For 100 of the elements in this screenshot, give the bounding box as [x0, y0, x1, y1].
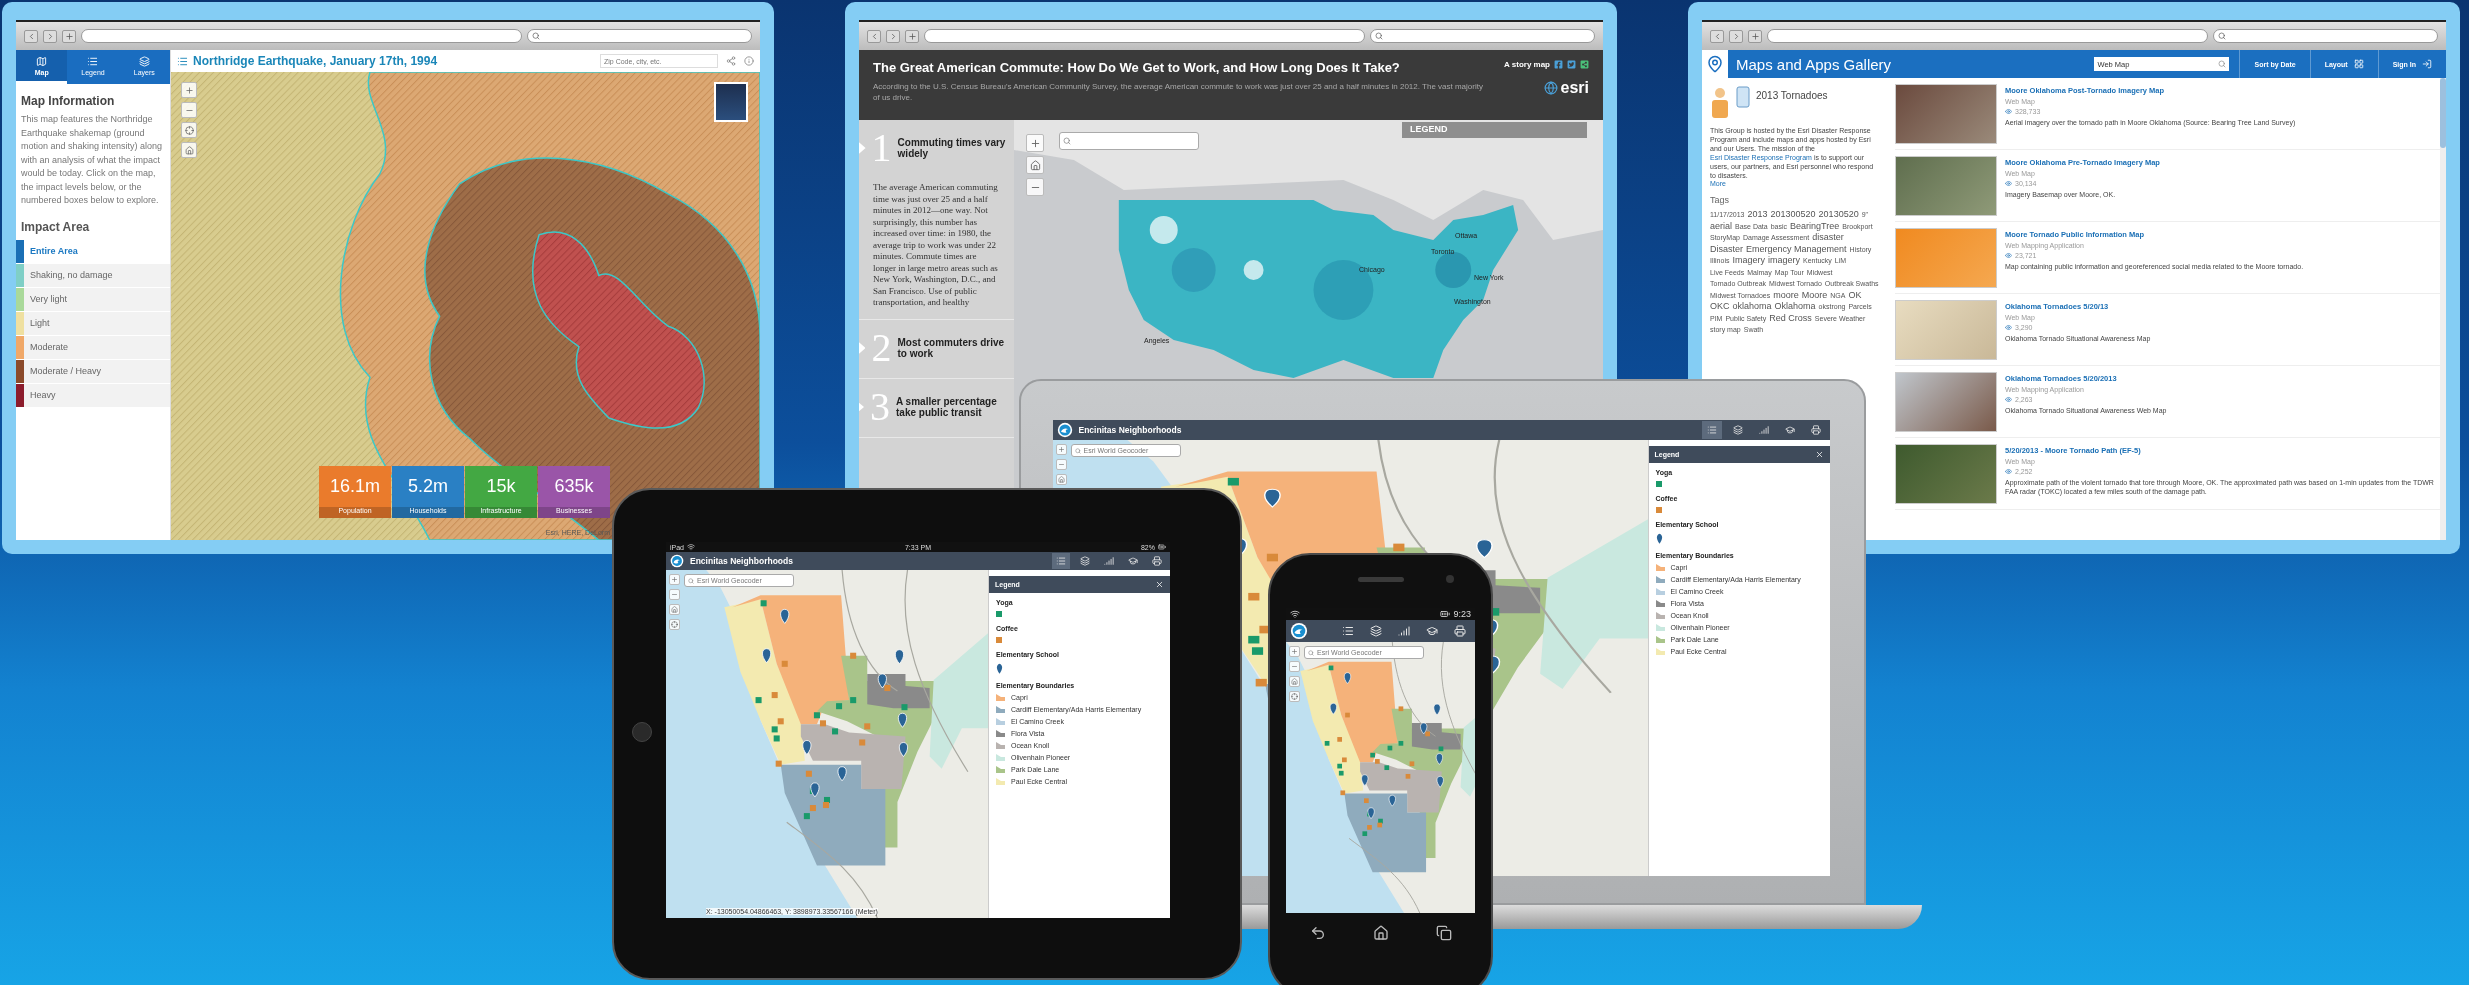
impact-level-item[interactable]: Light — [16, 311, 170, 336]
boundary-swatch — [1655, 612, 1665, 619]
impact-level-item[interactable]: Moderate / Heavy — [16, 359, 170, 384]
zoom-out-button[interactable] — [1289, 661, 1300, 672]
gallery-title: Maps and Apps Gallery — [1735, 55, 1893, 73]
home-icon — [1291, 678, 1298, 685]
triangle-icon — [859, 141, 866, 155]
boundary-swatch — [996, 754, 1005, 761]
browser-search-field[interactable] — [1370, 29, 1595, 43]
browser-search-field[interactable] — [2213, 29, 2438, 43]
new-tab-button[interactable] — [905, 29, 919, 43]
browser-search-field[interactable] — [527, 29, 752, 43]
zoom-out-button[interactable] — [1055, 459, 1067, 470]
thumbnail-placeholder[interactable] — [1895, 156, 1997, 216]
graduation-cap-icon — [1128, 556, 1138, 566]
tag-link[interactable]: OKC — [1710, 301, 1730, 313]
tag-link[interactable]: aerial — [1710, 220, 1732, 232]
zoom-in-button[interactable] — [1289, 646, 1300, 657]
zoom-in-button[interactable] — [1026, 134, 1044, 152]
close-icon[interactable] — [1814, 450, 1824, 459]
tag-link[interactable]: moore — [1773, 289, 1799, 301]
facebook-icon[interactable] — [1554, 60, 1563, 69]
story-subtitle: According to the U.S. Census Bureau's American Community Survey, the average American commute to work was just over 25 and a half minutes in 2012. The vast majority of us drive. — [873, 81, 1484, 103]
map-title: Northridge Earthquake, January 17th, 1994 — [193, 54, 438, 68]
tag-link[interactable]: Moore — [1801, 289, 1828, 301]
zoom-out-button[interactable] — [669, 589, 680, 600]
thumbnail-placeholder[interactable] — [1895, 84, 1997, 144]
tag-link[interactable]: Disaster — [1710, 243, 1743, 255]
tag-link[interactable]: 2013 — [1747, 209, 1768, 221]
twitter-icon[interactable] — [1567, 60, 1576, 69]
forward-button[interactable] — [1729, 29, 1743, 43]
boundary-swatch — [996, 766, 1005, 773]
tag-link[interactable]: Red Cross — [1769, 312, 1812, 324]
forward-button[interactable] — [886, 29, 900, 43]
address-field[interactable] — [81, 29, 522, 43]
home-key[interactable] — [632, 722, 652, 742]
search-field[interactable] — [1059, 132, 1199, 150]
thumbnail-placeholder[interactable] — [1895, 300, 1997, 360]
layers-icon — [1080, 556, 1090, 566]
tag-link[interactable]: Imagery — [1732, 255, 1765, 267]
tag-link[interactable]: disaster — [1812, 232, 1844, 244]
thumbnail-placeholder[interactable] — [1895, 372, 1997, 432]
tag-link[interactable]: OK — [1848, 289, 1862, 301]
basemap-thumbnail[interactable] — [714, 82, 748, 122]
bar-chart-icon — [1398, 625, 1410, 637]
new-tab-button[interactable] — [1748, 29, 1762, 43]
impact-level-item[interactable]: Shaking, no damage — [16, 263, 170, 288]
share-icon[interactable] — [1580, 60, 1589, 69]
boundary-swatch — [996, 778, 1005, 785]
impact-level-item[interactable]: Heavy — [16, 383, 170, 408]
section-heading[interactable]: Most commuters drive to work — [897, 336, 1014, 359]
plus-icon — [64, 31, 74, 41]
tag-link[interactable]: BearingTree — [1790, 220, 1840, 232]
scrollbar-thumb[interactable] — [2440, 78, 2446, 148]
boundary-swatch — [996, 718, 1005, 725]
tag-link[interactable]: Oklahoma — [1774, 301, 1816, 313]
thumbnail-placeholder[interactable] — [1895, 228, 1997, 288]
zoom-out-button[interactable] — [181, 102, 197, 118]
tag-link[interactable]: 20130520 — [1818, 209, 1859, 221]
search-icon — [1308, 649, 1314, 656]
close-icon[interactable] — [1155, 580, 1164, 589]
search-icon — [1063, 137, 1071, 145]
crosshair-icon — [1291, 693, 1298, 700]
layers-icon — [138, 55, 150, 67]
section-heading[interactable]: A smaller percentage take public transit — [896, 395, 1014, 418]
boundary-swatch — [1655, 600, 1665, 607]
address-field[interactable] — [1767, 29, 2208, 43]
zoom-in-button[interactable] — [1055, 444, 1067, 455]
locate-button[interactable] — [1289, 691, 1300, 702]
eye-icon — [2005, 180, 2012, 187]
zoom-in-button[interactable] — [669, 574, 680, 585]
locate-button[interactable] — [669, 619, 680, 630]
tag-link[interactable]: Emergency Management — [1746, 243, 1847, 255]
home-button[interactable] — [1372, 925, 1389, 941]
search-icon — [688, 577, 694, 584]
bar-chart-icon — [1104, 556, 1114, 566]
search-icon — [1074, 447, 1081, 454]
list-icon — [87, 55, 99, 67]
recent-apps-button[interactable] — [1435, 925, 1452, 941]
zoom-out-button[interactable] — [1026, 178, 1044, 196]
back-button[interactable] — [1309, 925, 1326, 941]
address-field[interactable] — [924, 29, 1365, 43]
search-icon — [532, 32, 540, 40]
toolbar-button[interactable] — [1701, 421, 1722, 439]
story-byline: A story map — [1504, 60, 1550, 69]
info-icon[interactable] — [744, 56, 754, 66]
share-icon[interactable] — [726, 56, 736, 66]
app-title: Encinitas Neighborhoods — [690, 556, 794, 566]
forward-button[interactable] — [43, 29, 57, 43]
thumbnail-placeholder[interactable] — [1895, 444, 1997, 504]
section-heading[interactable]: Commuting times vary widely — [897, 137, 1014, 159]
impact-level-item[interactable]: Very light — [16, 287, 170, 312]
boundary-swatch — [996, 706, 1005, 713]
impact-level-item[interactable]: Moderate — [16, 335, 170, 360]
zoom-in-button[interactable] — [181, 82, 197, 98]
new-tab-button[interactable] — [62, 29, 76, 43]
tag-link[interactable]: imagery — [1767, 255, 1800, 267]
tag-link[interactable]: oklahoma — [1732, 301, 1772, 313]
locate-button[interactable] — [181, 122, 197, 138]
tag-link[interactable]: 201300520 — [1770, 209, 1816, 221]
